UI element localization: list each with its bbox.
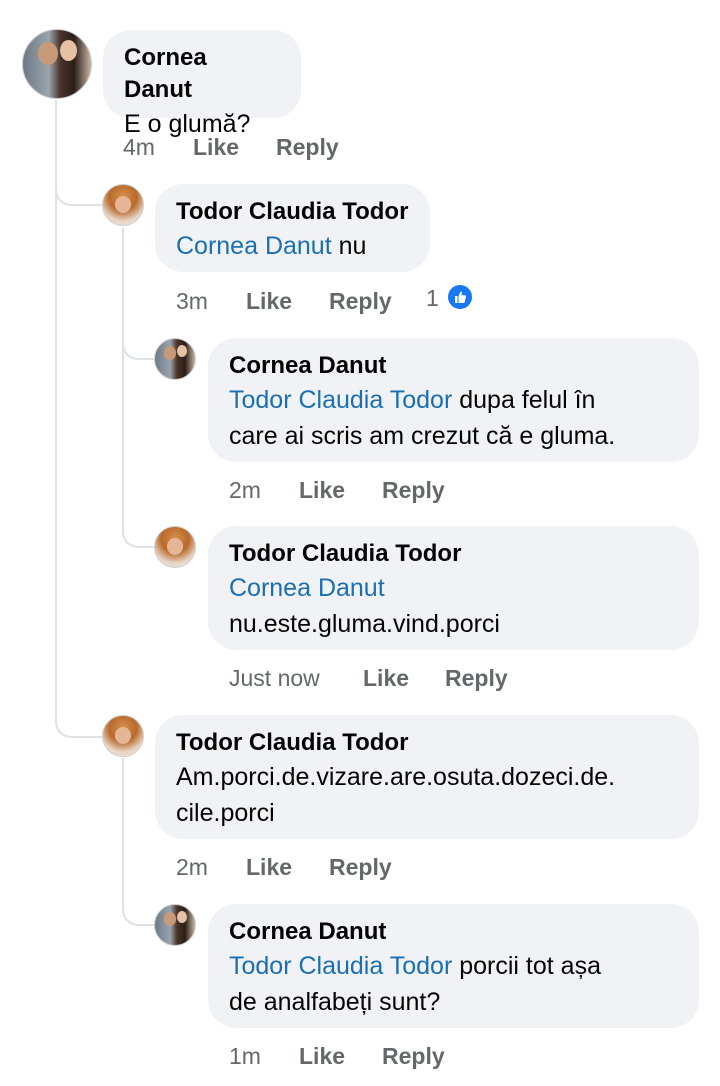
mention-link[interactable]: Cornea Danut (176, 232, 332, 260)
thread-connector (122, 328, 156, 360)
reply-button[interactable]: Reply (445, 662, 508, 694)
mention-link[interactable]: Todor Claudia Todor (229, 386, 452, 414)
comment-time[interactable]: 4m (123, 131, 155, 163)
thread-connector (55, 170, 103, 206)
like-button[interactable]: Like (299, 474, 345, 506)
like-button[interactable]: Like (246, 285, 292, 317)
comment-bubble: Cornea Danut Todor Claudia Todor porcii … (208, 904, 699, 1028)
comment-actions: 4m Like Reply (123, 131, 383, 163)
avatar[interactable] (102, 184, 144, 226)
thread-line (122, 228, 124, 528)
reply-button[interactable]: Reply (329, 851, 392, 883)
avatar[interactable] (22, 29, 92, 99)
comment-actions: 2m Like Reply (229, 474, 479, 506)
comment-author[interactable]: Todor Claudia Todor (176, 727, 679, 759)
comment-bubble: Todor Claudia Todor Cornea Danut nu.este… (208, 526, 699, 650)
reply-button[interactable]: Reply (382, 1040, 445, 1072)
comment-bubble: Cornea Danut Todor Claudia Todor dupa fe… (208, 338, 699, 462)
comment-thread: Cornea Danut E o glumă? 4m Like Reply To… (0, 0, 720, 1086)
like-button[interactable]: Like (299, 1040, 345, 1072)
comment-actions: 1m Like Reply (229, 1040, 479, 1072)
avatar[interactable] (154, 338, 196, 380)
comment-bubble: Cornea Danut E o glumă? (103, 30, 301, 138)
comment-time[interactable]: 3m (176, 285, 208, 317)
mention-link[interactable]: Cornea Danut (229, 570, 679, 606)
reply-button[interactable]: Reply (329, 285, 392, 317)
comment-author[interactable]: Todor Claudia Todor (176, 196, 410, 228)
comment-author[interactable]: Cornea Danut (229, 916, 679, 948)
avatar[interactable] (154, 526, 196, 568)
like-button[interactable]: Like (193, 131, 239, 163)
reply-button[interactable]: Reply (382, 474, 445, 506)
mention-link[interactable]: Todor Claudia Todor (229, 952, 452, 980)
like-button[interactable]: Like (246, 851, 292, 883)
thread-connector (122, 758, 156, 926)
reply-button[interactable]: Reply (276, 131, 339, 163)
comment-text: de analfabeți sunt? (229, 988, 441, 1016)
comment-text: Cornea Danut nu (176, 232, 367, 260)
comment-text: cile.porci (176, 799, 275, 827)
comment-time[interactable]: Just now (229, 662, 320, 694)
thread-connector (122, 516, 156, 548)
like-button[interactable]: Like (363, 662, 409, 694)
thumbs-up-icon (446, 283, 474, 311)
comment-author[interactable]: Cornea Danut (124, 42, 281, 106)
comment-time[interactable]: 1m (229, 1040, 261, 1072)
comment-author[interactable]: Todor Claudia Todor (229, 538, 679, 570)
avatar[interactable] (154, 904, 196, 946)
comment-actions: 3m Like Reply (176, 285, 426, 317)
comment-actions: Just now Like Reply (229, 662, 529, 694)
comment-text: Am.porci.de.vizare.are.osuta.dozeci.de. (176, 763, 616, 791)
comment-text: Todor Claudia Todor porcii tot așa (229, 952, 601, 980)
comment-bubble: Todor Claudia Todor Am.porci.de.vizare.a… (155, 715, 699, 839)
comment-bubble: Todor Claudia Todor Cornea Danut nu (155, 184, 430, 272)
comment-time[interactable]: 2m (229, 474, 261, 506)
comment-actions: 2m Like Reply (176, 851, 426, 883)
comment-text: care ai scris am crezut că e gluma. (229, 422, 616, 450)
avatar[interactable] (102, 715, 144, 757)
comment-author[interactable]: Cornea Danut (229, 350, 679, 382)
comment-text: Todor Claudia Todor dupa felul în (229, 386, 596, 414)
thread-connector (55, 700, 103, 738)
comment-time[interactable]: 2m (176, 851, 208, 883)
comment-text: nu.este.gluma.vind.porci (229, 610, 500, 638)
reaction-count[interactable]: 1 (426, 282, 439, 314)
